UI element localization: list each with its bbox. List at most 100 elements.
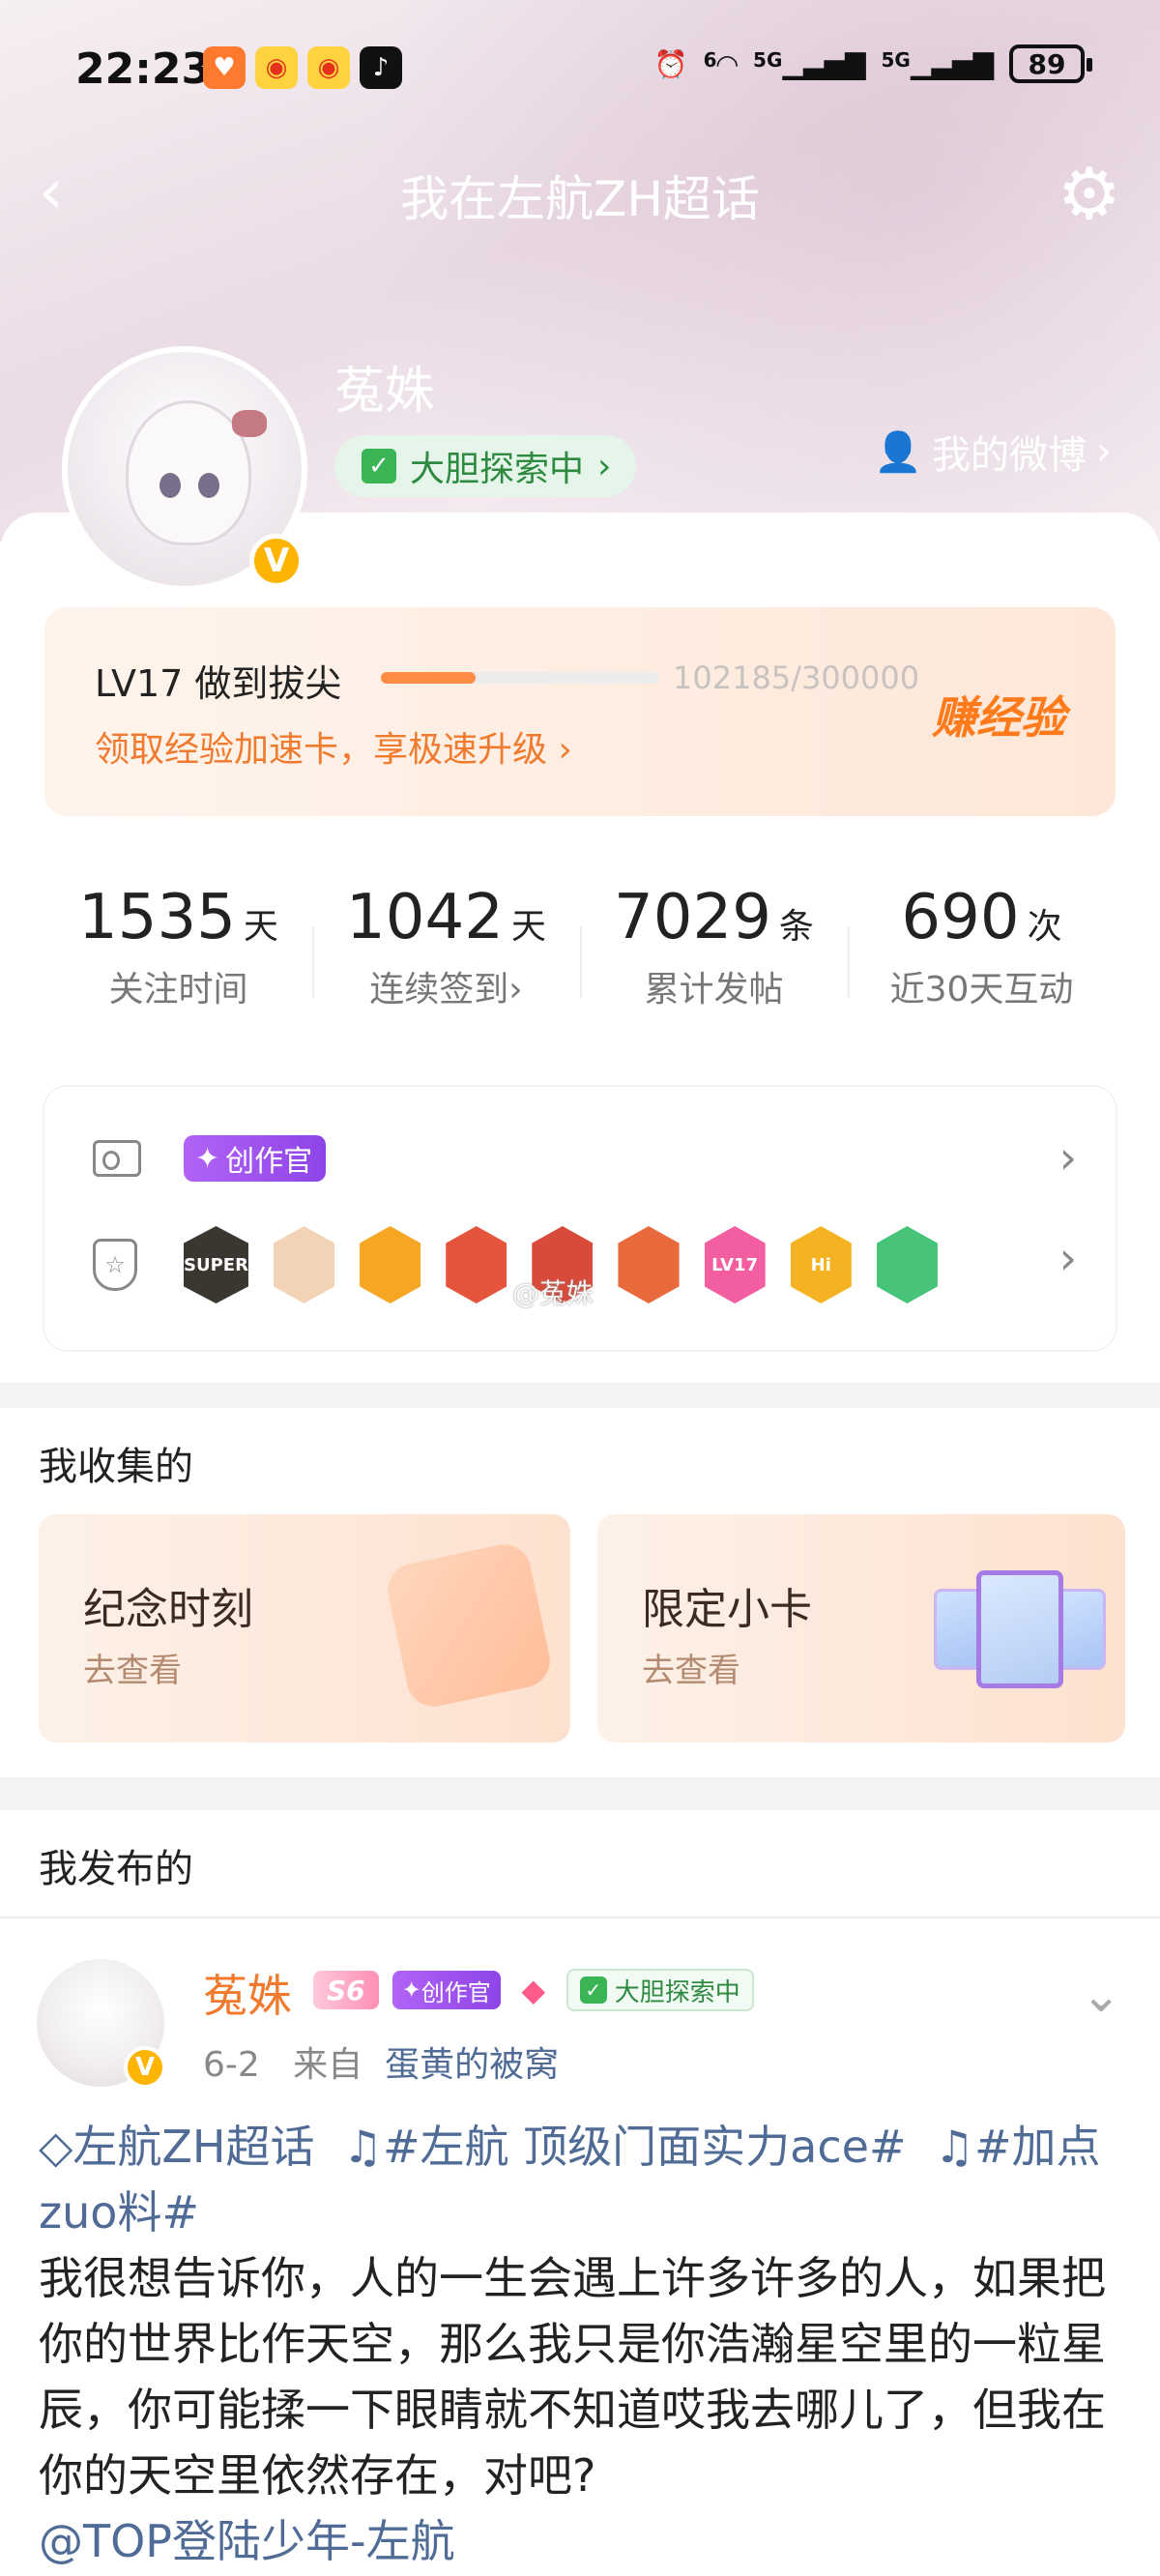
signal-icon-1: 5G▁▃▅▇ xyxy=(753,47,866,80)
heart-app-icon: ♥ xyxy=(203,46,246,89)
chevron-right-icon: › xyxy=(558,730,572,770)
post-date: 6-2 xyxy=(203,2045,260,2085)
medal-badge[interactable] xyxy=(273,1226,335,1303)
chevron-right-icon[interactable]: › xyxy=(1059,1131,1077,1184)
signal-icon-2: 5G▁▃▅▇ xyxy=(881,47,994,80)
check-icon: ✓ xyxy=(579,1976,607,2004)
medal-badge[interactable]: Hi xyxy=(790,1226,852,1303)
divider xyxy=(0,1917,1160,1918)
stat-unit: 天 xyxy=(243,907,278,947)
page-title: 我在左航ZH超话 xyxy=(400,171,760,227)
title-row[interactable]: ✦ 创作官 xyxy=(93,1135,327,1182)
post-text: 我很想告诉你，人的一生会遇上许多许多的人，如果把你的世界比作天空，那么我只是你浩… xyxy=(39,2252,1106,2502)
music-note-icon: ♫ xyxy=(934,2121,974,2173)
stat-value: 7029 xyxy=(614,882,771,953)
chevron-right-icon[interactable]: › xyxy=(1059,1232,1077,1284)
stat-label: 关注时间 xyxy=(108,970,248,1010)
id-card-icon xyxy=(93,1140,141,1177)
creator-badge: ✦ 创作官 xyxy=(392,1971,501,2009)
level-title: LV17 做到拔尖 xyxy=(95,662,342,705)
stats-row: 1535 天 关注时间 1042 天 连续签到› 7029 条 累计发帖 690 次 近… xyxy=(44,870,1116,1044)
exp-card-link[interactable]: 领取经验加速卡，享极速升级 › xyxy=(95,721,572,772)
diamond-icon: ◆ xyxy=(521,1972,546,2008)
hashtag-label: #左航 顶级门面实力ace# xyxy=(383,2121,907,2173)
exp-card-link-label: 领取经验加速卡，享极速升级 xyxy=(95,730,548,770)
explore-status-label: 大胆探索中 xyxy=(410,450,585,489)
nav-bar: ‹ 我在左航ZH超话 ⚙ xyxy=(0,145,1160,242)
photo-cards-icon xyxy=(934,1570,1106,1688)
my-weibo-link[interactable]: 👤 我的微博 › xyxy=(874,424,1112,480)
creator-tag: ✦ 创作官 xyxy=(184,1135,327,1182)
verified-badge: V xyxy=(124,2046,166,2089)
post-source[interactable]: 蛋黄的被窝 xyxy=(385,2045,559,2085)
avatar-eye xyxy=(198,473,219,498)
post-body: ◇左航ZH超话 ♫#左航 顶级门面实力ace# ♫#加点zuo料# 我很想告诉你… xyxy=(39,2114,1125,2574)
calendar-heart-icon xyxy=(383,1539,555,1712)
explore-badge-label: 大胆探索中 xyxy=(614,1977,740,2007)
stat-unit: 条 xyxy=(778,907,814,947)
medal-badge[interactable]: LV17 xyxy=(704,1226,766,1303)
settings-gear-icon[interactable]: ⚙ xyxy=(1058,153,1121,236)
chevron-down-icon[interactable]: ⌄ xyxy=(1081,1967,1121,2023)
creator-tag-label: 创作官 xyxy=(225,1145,313,1179)
stat-value: 690 xyxy=(901,882,1020,953)
stat-label: 累计发帖 xyxy=(644,970,784,1010)
topic-link[interactable]: ◇左航ZH超话 xyxy=(39,2121,315,2173)
level-card[interactable]: LV17 做到拔尖 102185/300000 领取经验加速卡，享极速升级 › … xyxy=(44,607,1116,816)
stat-follow-time[interactable]: 1535 天 关注时间 xyxy=(44,870,312,1044)
earn-exp-button[interactable]: 赚经验 xyxy=(932,683,1065,746)
collect-cards-card[interactable]: 限定小卡 去查看 xyxy=(597,1514,1125,1742)
medal-badge[interactable] xyxy=(618,1226,680,1303)
post-author[interactable]: 菟姝 xyxy=(203,1961,292,2025)
stat-value: 1042 xyxy=(346,882,504,953)
medal-badge[interactable] xyxy=(876,1226,938,1303)
status-right: ⏰ 6◠ 5G▁▃▅▇ 5G▁▃▅▇ 89 xyxy=(653,44,1092,83)
medal-badge[interactable]: SUPER xyxy=(184,1226,248,1303)
user-icon: 👤 xyxy=(874,429,922,475)
level-progress-fill xyxy=(381,672,477,684)
notification-icons: ♥ ◉ ◉ ♪ xyxy=(203,46,402,89)
post-from-label: 来自 xyxy=(293,2045,363,2085)
collections-title: 我收集的 xyxy=(39,1445,193,1489)
collect-sub: 去查看 xyxy=(642,1652,740,1690)
stat-label: 近30天互动 xyxy=(889,970,1074,1010)
avatar-eye xyxy=(160,473,181,498)
avatar-bow xyxy=(232,410,267,437)
photo-card xyxy=(976,1570,1063,1688)
post-meta: 6-2 来自 蛋黄的被窝 xyxy=(203,2036,559,2087)
alarm-icon: ⏰ xyxy=(653,47,688,80)
my-weibo-label: 我的微博 xyxy=(932,433,1087,478)
battery-level: 89 xyxy=(1028,47,1066,80)
topic-label: 左航ZH超话 xyxy=(72,2121,315,2173)
post-badges: S6 ✦ 创作官 ◆ ✓ 大胆探索中 xyxy=(313,1969,754,2011)
mention-link[interactable]: @TOP登陆少年-左航 xyxy=(39,2515,455,2567)
battery-icon: 89 xyxy=(1009,44,1092,83)
status-bar: 22:23 ♥ ◉ ◉ ♪ ⏰ 6◠ 5G▁▃▅▇ 5G▁▃▅▇ 89 xyxy=(0,39,1160,106)
medal-badge[interactable] xyxy=(360,1226,421,1303)
section-divider xyxy=(0,1777,1160,1810)
status-time: 22:23 xyxy=(75,44,212,94)
stat-interactions[interactable]: 690 次 近30天互动 xyxy=(848,870,1116,1044)
chevron-right-icon: › xyxy=(508,970,523,1010)
post-avatar[interactable]: V xyxy=(37,1959,166,2089)
diamond-outline-icon: ◇ xyxy=(39,2121,73,2173)
posts-title: 我发布的 xyxy=(39,1847,193,1891)
verified-badge: V xyxy=(249,534,304,588)
collect-title: 纪念时刻 xyxy=(83,1585,253,1634)
stat-posts[interactable]: 7029 条 累计发帖 xyxy=(580,870,848,1044)
medal-badge[interactable] xyxy=(446,1226,508,1303)
stat-checkin[interactable]: 1042 天 连续签到› xyxy=(312,870,580,1044)
weibo-app-icon: ◉ xyxy=(307,46,350,89)
level-progress-text: 102185/300000 xyxy=(673,659,920,696)
collect-title: 限定小卡 xyxy=(642,1585,812,1634)
hashtag-link[interactable]: ♫#左航 顶级门面实力ace# xyxy=(329,2121,907,2173)
explore-badge: ✓ 大胆探索中 xyxy=(566,1969,754,2011)
wifi-icon: 6◠ xyxy=(703,47,739,80)
collect-moments-card[interactable]: 纪念时刻 去查看 xyxy=(39,1514,570,1742)
stat-label: 连续签到 xyxy=(369,970,509,1010)
username: 菟姝 xyxy=(334,363,436,421)
creator-star-icon: ✦ xyxy=(401,1976,421,2004)
explore-status-tag[interactable]: ✓ 大胆探索中 › xyxy=(334,435,637,497)
stat-unit: 天 xyxy=(510,907,546,947)
creator-star-icon: ✦ xyxy=(195,1141,220,1176)
